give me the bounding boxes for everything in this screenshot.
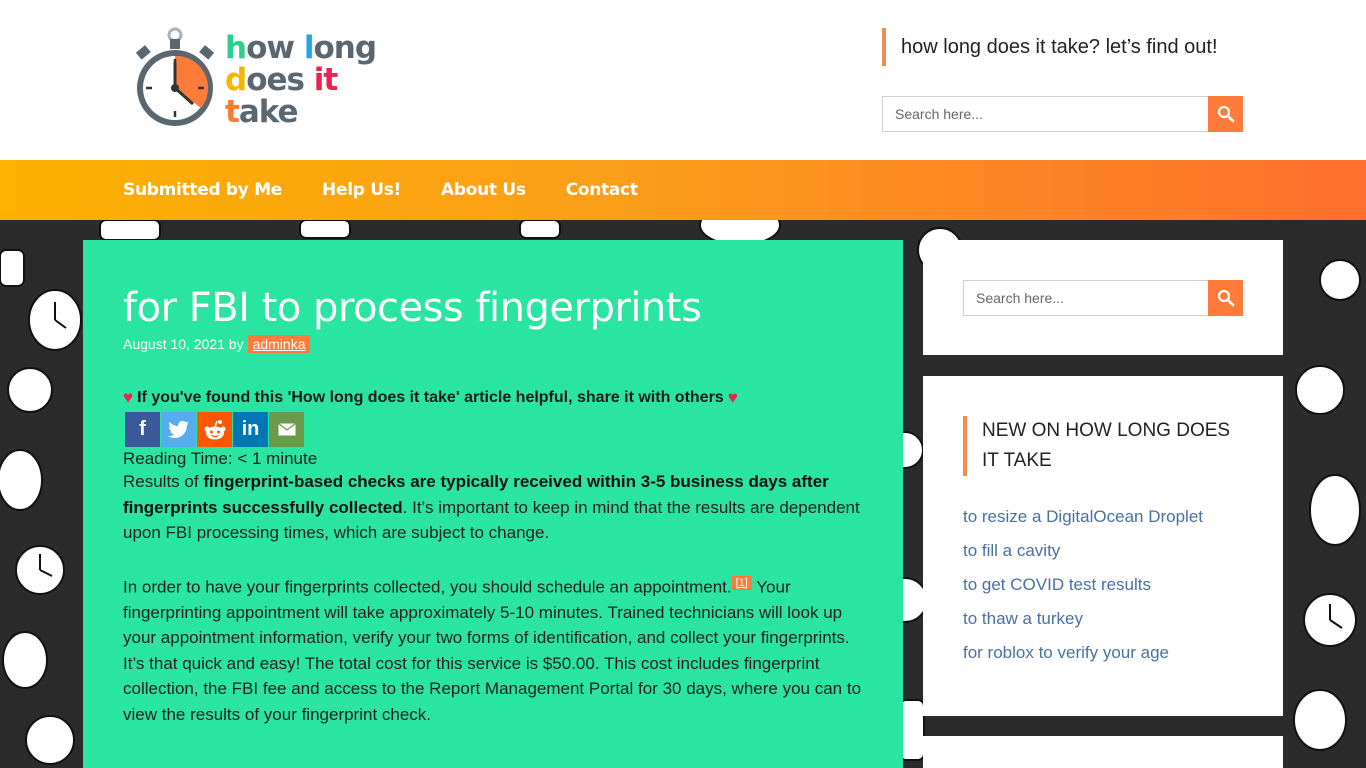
nav-item-contact[interactable]: Contact (566, 180, 638, 200)
list-item: to resize a DigitalOcean Droplet (963, 506, 1243, 528)
sidebar-search (963, 280, 1243, 316)
logo-wordmark: how long does it take (225, 30, 377, 130)
new-post-link[interactable]: for roblox to verify your age (963, 643, 1169, 662)
main-nav: Submitted by Me Help Us! About Us Contac… (0, 160, 1366, 220)
article: for FBI to process fingerprints August 1… (83, 240, 903, 768)
search-icon (1217, 105, 1234, 123)
new-post-link[interactable]: to resize a DigitalOcean Droplet (963, 507, 1203, 526)
share-prompt: ♥ If you've found this 'How long does it… (123, 388, 863, 408)
facebook-icon: f (139, 418, 146, 440)
post-author-link[interactable]: adminka (247, 335, 311, 353)
facebook-share-button[interactable]: f (125, 412, 160, 447)
new-post-link[interactable]: to thaw a turkey (963, 609, 1083, 628)
sidebar-search-button[interactable] (1208, 280, 1243, 316)
site-header: how long does it take how long does it t… (0, 0, 1366, 160)
new-posts-title: NEW ON HOW LONG DOES IT TAKE (963, 416, 1243, 476)
reddit-share-button[interactable] (197, 412, 232, 447)
email-share-button[interactable] (269, 412, 304, 447)
post-title: for FBI to process fingerprints (123, 285, 702, 331)
twitter-share-button[interactable] (161, 412, 196, 447)
new-posts-list: to resize a DigitalOcean Droplet to fill… (963, 506, 1243, 664)
list-item: to get COVID test results (963, 574, 1243, 596)
social-share-bar: f in (125, 412, 863, 447)
nav-item-about-us[interactable]: About Us (441, 180, 526, 200)
p2-text-start: In order to have your fingerprints colle… (123, 577, 732, 597)
paragraph-1: Results of fingerprint-based checks are … (123, 469, 863, 546)
new-post-link[interactable]: to get COVID test results (963, 575, 1151, 594)
nav-item-help-us[interactable]: Help Us! (322, 180, 401, 200)
p1-text-start: Results of (123, 472, 204, 491)
sidebar-search-input[interactable] (963, 280, 1208, 316)
sidebar-search-widget (923, 240, 1283, 355)
paragraph-2: In order to have your fingerprints colle… (123, 571, 863, 728)
nav-item-submitted-by-me[interactable]: Submitted by Me (123, 180, 282, 200)
header-search (882, 96, 1243, 132)
share-prompt-text: If you've found this 'How long does it t… (137, 389, 724, 406)
reddit-icon (204, 419, 225, 439)
heart-icon: ♥ (123, 388, 134, 407)
post-by: by (228, 336, 244, 352)
header-search-button[interactable] (1208, 96, 1243, 132)
post-date: August 10, 2021 (123, 336, 225, 352)
site-logo[interactable]: how long does it take (133, 26, 383, 134)
p2-text-end: Your fingerprinting appointment will tak… (123, 577, 862, 724)
reading-time: Reading Time: < 1 minute (123, 449, 318, 468)
post-meta: August 10, 2021 by adminka (123, 335, 863, 353)
email-icon (277, 423, 296, 436)
list-item: to thaw a turkey (963, 608, 1243, 630)
citation-link[interactable]: [1] (731, 575, 752, 590)
header-search-input[interactable] (882, 96, 1208, 132)
search-icon (1217, 289, 1234, 307)
new-posts-widget: NEW ON HOW LONG DOES IT TAKE to resize a… (923, 376, 1283, 716)
linkedin-share-button[interactable]: in (233, 412, 268, 447)
list-item: for roblox to verify your age (963, 642, 1243, 664)
site-tagline: how long does it take? let’s find out! (882, 28, 1218, 66)
stopwatch-icon (133, 26, 217, 134)
twitter-icon (167, 420, 189, 438)
list-item: to fill a cavity (963, 540, 1243, 562)
sidebar-widget-partial (923, 736, 1283, 768)
new-post-link[interactable]: to fill a cavity (963, 541, 1060, 560)
linkedin-icon: in (241, 418, 260, 440)
heart-icon: ♥ (727, 388, 738, 407)
